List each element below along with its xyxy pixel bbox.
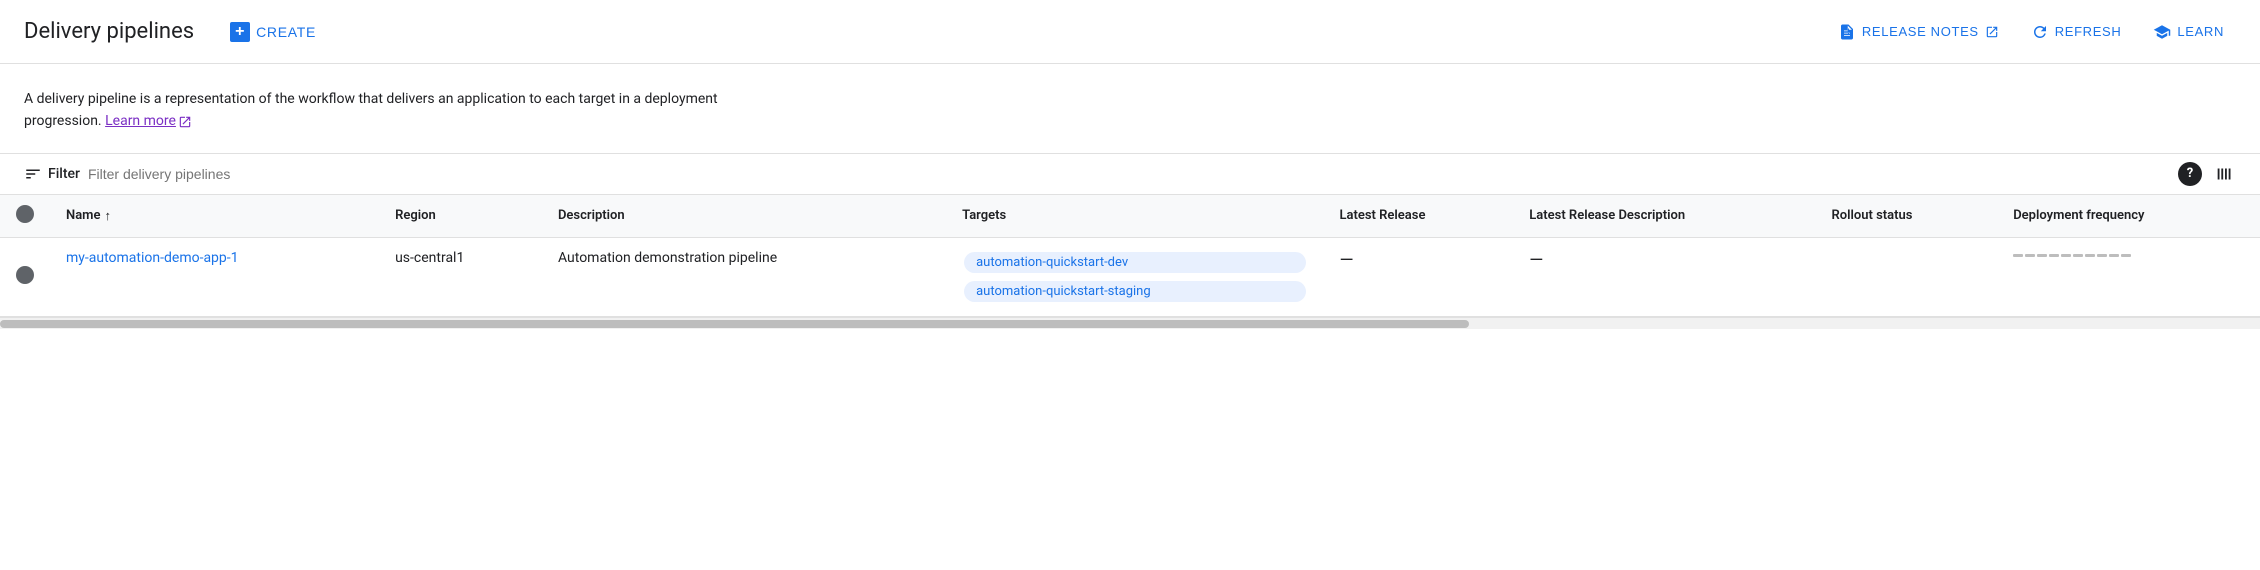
table-scrollbar-thumb (0, 320, 1469, 328)
row-description-cell: Automation demonstration pipeline (542, 237, 946, 316)
filter-bar-right: ? (2178, 162, 2236, 186)
refresh-button[interactable]: REFRESH (2019, 15, 2134, 49)
table-header-row: Name ↑ Region Description Targets Latest… (0, 195, 2260, 238)
page-header: Delivery pipelines + CREATE RELEASE NOTE… (0, 0, 2260, 64)
header-actions: RELEASE NOTES REFRESH LEARN (1826, 15, 2236, 49)
header-selector[interactable] (16, 205, 34, 223)
filter-toggle[interactable]: Filter (24, 165, 80, 183)
description-text: A delivery pipeline is a representation … (24, 88, 724, 133)
learn-more-link[interactable]: Learn more (105, 110, 192, 132)
col-rollout-status: Rollout status (1816, 195, 1998, 238)
table-row: my-automation-demo-app-1 us-central1Autom… (0, 237, 2260, 316)
refresh-icon (2031, 23, 2049, 41)
col-region: Region (379, 195, 542, 238)
row-selector-cell (0, 237, 50, 316)
table-container: Name ↑ Region Description Targets Latest… (0, 195, 2260, 329)
page-title: Delivery pipelines (24, 19, 194, 44)
row-rollout-status-cell (1816, 237, 1998, 316)
learn-button[interactable]: LEARN (2141, 15, 2236, 49)
columns-toggle[interactable] (2214, 163, 2236, 185)
filter-input[interactable] (88, 166, 2170, 182)
external-link-icon (1985, 25, 1999, 39)
col-latest-release: Latest Release (1324, 195, 1514, 238)
row-region-cell: us-central1 (379, 237, 542, 316)
row-latest-release-cell: — (1324, 237, 1514, 316)
filter-label: Filter (48, 166, 80, 182)
col-targets: Targets (946, 195, 1323, 238)
col-description: Description (542, 195, 946, 238)
row-targets-cell: automation-quickstart-dev automation-quic… (946, 237, 1323, 316)
document-icon (1838, 23, 1856, 41)
filter-bar: Filter ? (0, 154, 2260, 195)
table-scrollbar[interactable] (0, 317, 2260, 329)
learn-more-ext-icon (178, 115, 192, 129)
row-deployment-freq-cell (1997, 237, 2260, 316)
release-notes-button[interactable]: RELEASE NOTES (1826, 15, 2011, 49)
pipelines-table: Name ↑ Region Description Targets Latest… (0, 195, 2260, 317)
description-section: A delivery pipeline is a representation … (0, 64, 2260, 154)
col-deployment-freq: Deployment frequency (1997, 195, 2260, 238)
create-button[interactable]: + CREATE (218, 14, 328, 50)
row-latest-release-desc-cell: — (1513, 237, 1815, 316)
col-name[interactable]: Name ↑ (50, 195, 379, 238)
target-chip[interactable]: automation-quickstart-staging (964, 281, 1305, 302)
help-button[interactable]: ? (2178, 162, 2202, 186)
sort-asc-icon: ↑ (104, 208, 111, 224)
plus-icon: + (230, 22, 250, 42)
row-name-cell: my-automation-demo-app-1 (50, 237, 379, 316)
col-selector (0, 195, 50, 238)
col-latest-release-desc: Latest Release Description (1513, 195, 1815, 238)
target-chip[interactable]: automation-quickstart-dev (964, 252, 1305, 273)
pipeline-link[interactable]: my-automation-demo-app-1 (66, 250, 239, 266)
row-selector[interactable] (16, 266, 34, 284)
graduation-icon (2153, 23, 2171, 41)
filter-icon (24, 165, 42, 183)
